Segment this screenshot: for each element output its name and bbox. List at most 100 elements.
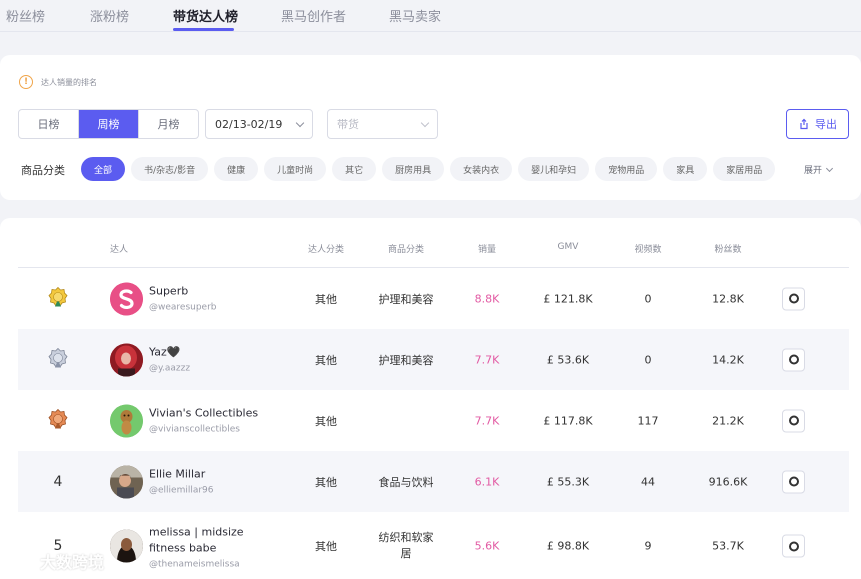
tab-sales-creators[interactable]: 带货达人榜 [173, 6, 238, 25]
creator-category-cell: 其他 [315, 540, 337, 553]
header-gmv: GMV [557, 242, 579, 252]
circle-icon [788, 476, 799, 487]
product-category-cell: 护理和美容 [378, 353, 434, 367]
info-icon: ! [19, 75, 33, 89]
chip-furniture[interactable]: 家具 [663, 157, 708, 181]
videos-cell: 44 [641, 475, 655, 488]
period-switch: 日榜 周榜 月榜 [18, 109, 199, 139]
user-photo-icon [110, 465, 143, 498]
chip-baby-maternity[interactable]: 婴儿和孕妇 [518, 157, 590, 181]
videos-cell: 0 [644, 353, 652, 366]
period-monthly-button[interactable]: 月榜 [139, 110, 198, 138]
creator-info: Vivian's Collectibles @vivianscollectibl… [149, 405, 258, 436]
creator-name[interactable]: melissa | midsize fitness babe [149, 525, 279, 557]
tab-dark-horse-sellers[interactable]: 黑马卖家 [389, 6, 441, 25]
tab-dark-horse-creators[interactable]: 黑马创作者 [281, 6, 346, 25]
creator-category-cell: 其他 [315, 292, 337, 306]
notice-text: 达人销量的排名 [41, 77, 97, 87]
table-row[interactable]: Superb @wearesuperb 其他 护理和美容 8.8K £ 121.… [18, 268, 849, 329]
creator-category-cell: 其他 [315, 353, 337, 367]
sales-type-select[interactable]: 带货 [327, 109, 438, 139]
header-product-category: 商品分类 [387, 245, 425, 255]
header-fans: 粉丝数 [714, 245, 742, 255]
rank-cell: 4 [53, 473, 63, 490]
videos-cell: 117 [637, 414, 659, 427]
chevron-down-icon [420, 118, 430, 127]
gmv-cell: £ 117.8K [543, 414, 593, 427]
creator-category-cell: 其他 [315, 475, 337, 489]
chip-health[interactable]: 健康 [214, 157, 259, 181]
chip-kitchenware[interactable]: 厨房用具 [382, 157, 445, 181]
gmv-cell: £ 98.8K [546, 539, 590, 553]
category-label: 商品分类 [21, 164, 65, 177]
creator-handle: @vivianscollectibles [149, 424, 240, 434]
circle-icon [788, 293, 799, 304]
view-detail-button[interactable] [782, 409, 805, 432]
creator-handle: @thenameismelissa [149, 559, 240, 570]
avatar [110, 343, 143, 376]
gmv-cell: £ 121.8K [543, 292, 593, 305]
category-chips: 全部 书/杂志/影音 健康 儿童时尚 其它 厨房用具 女装内衣 婴儿和孕妇 宠物… [81, 157, 776, 181]
videos-cell: 9 [644, 539, 652, 553]
chevron-down-icon [295, 118, 305, 127]
tab-fans[interactable]: 粉丝榜 [6, 6, 45, 25]
creator-handle: @elliemillar96 [149, 485, 214, 495]
user-photo-icon [110, 343, 143, 376]
sales-cell: 5.6K [474, 539, 500, 553]
period-daily-button[interactable]: 日榜 [19, 110, 79, 138]
superb-logo-icon [110, 282, 143, 315]
header-creator: 达人 [110, 245, 129, 255]
export-button[interactable]: 导出 [786, 109, 849, 139]
creator-name[interactable]: Vivian's Collectibles [149, 405, 258, 421]
sales-cell: 7.7K [474, 353, 500, 366]
period-weekly-button[interactable]: 周榜 [79, 110, 139, 138]
creator-info: melissa | midsize fitness babe @thenamei… [149, 525, 279, 572]
avatar [110, 529, 143, 563]
chip-kids-fashion[interactable]: 儿童时尚 [264, 157, 327, 181]
creator-category-cell: 其他 [315, 414, 337, 428]
chip-womenswear[interactable]: 女装内衣 [450, 157, 513, 181]
table-row[interactable]: 5 melissa | midsize fitness babe @thenam… [18, 512, 849, 579]
chip-books-media[interactable]: 书/杂志/影音 [131, 157, 209, 181]
avatar [110, 404, 143, 437]
chip-pet-supplies[interactable]: 宠物用品 [595, 157, 658, 181]
export-label: 导出 [815, 118, 837, 131]
ranking-notice: ! 达人销量的排名 [19, 75, 97, 89]
avatar [110, 465, 143, 498]
gmv-cell: £ 53.6K [546, 353, 590, 366]
gold-medal-icon [48, 286, 68, 307]
view-detail-button[interactable] [782, 348, 805, 371]
creator-name[interactable]: Yaz🖤 [149, 344, 190, 360]
product-category-cell: 纺织和软家居 [378, 531, 434, 560]
export-icon [800, 118, 808, 130]
videos-cell: 0 [644, 292, 652, 305]
watermark-text: 大数跨境 [40, 553, 105, 572]
user-photo-icon [110, 529, 143, 563]
fans-cell: 14.2K [712, 353, 744, 366]
rank-cell [48, 408, 68, 433]
date-range-select[interactable]: 02/13-02/19 [205, 109, 313, 139]
table-row[interactable]: Vivian's Collectibles @vivianscollectibl… [18, 390, 849, 451]
view-detail-button[interactable] [782, 287, 805, 310]
creator-info: Superb @wearesuperb [149, 283, 217, 314]
view-detail-button[interactable] [782, 534, 805, 558]
table-row[interactable]: Yaz🖤 @y.aazzz 其他 护理和美容 7.7K £ 53.6K 0 14… [18, 329, 849, 390]
creator-info: Yaz🖤 @y.aazzz [149, 344, 190, 375]
table-row[interactable]: 4 Ellie Millar @elliemillar96 其他 食品与饮料 6… [18, 451, 849, 512]
product-category-cell: 护理和美容 [378, 292, 434, 306]
chip-all[interactable]: 全部 [81, 157, 126, 181]
table-header: 达人 达人分类 商品分类 销量 GMV 视频数 粉丝数 [18, 218, 849, 268]
tab-fans-growth[interactable]: 涨粉榜 [90, 6, 129, 25]
creator-name[interactable]: Superb [149, 283, 217, 299]
header-creator-category: 达人分类 [307, 245, 345, 255]
chip-other[interactable]: 其它 [332, 157, 377, 181]
rank-cell [48, 347, 68, 372]
chip-home-supplies[interactable]: 家居用品 [713, 157, 776, 181]
creator-name[interactable]: Ellie Millar [149, 466, 214, 482]
chevron-down-icon [825, 164, 834, 172]
expand-categories-button[interactable]: 展开 [804, 163, 834, 176]
ranking-tabs: 粉丝榜 涨粉榜 带货达人榜 黑马创作者 黑马卖家 [0, 0, 861, 32]
view-detail-button[interactable] [782, 470, 805, 493]
circle-icon [788, 415, 799, 426]
circle-icon [788, 541, 799, 551]
